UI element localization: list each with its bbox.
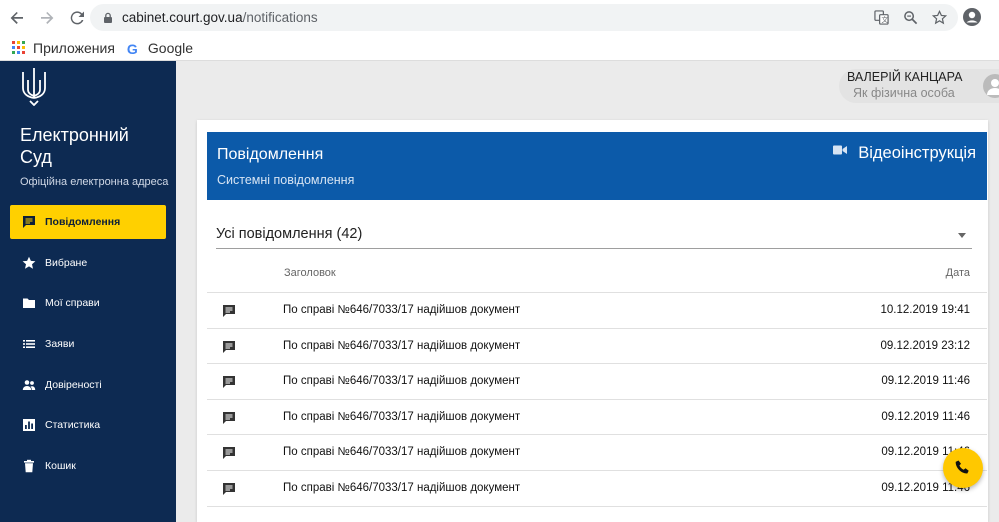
apps-grid-icon bbox=[12, 40, 26, 55]
reload-icon[interactable] bbox=[64, 5, 90, 31]
sidebar-item-label: Заяви bbox=[45, 338, 75, 351]
page-title: Повідомлення bbox=[217, 146, 324, 163]
message-icon bbox=[223, 305, 235, 317]
back-icon[interactable] bbox=[4, 5, 30, 31]
table-row[interactable]: По справі №646/7033/17 надійшов документ… bbox=[207, 400, 987, 436]
filter-value: Усі повідомлення (42) bbox=[216, 226, 363, 242]
notifications-card: Повідомлення Системні повідомлення Відео… bbox=[197, 120, 988, 522]
list-icon bbox=[22, 337, 36, 351]
table-row[interactable]: По справі №646/7033/17 надійшов документ… bbox=[207, 329, 987, 365]
message-icon bbox=[223, 376, 235, 389]
video-camera-icon bbox=[833, 145, 848, 154]
sidebar-item-my-cases[interactable]: Мої справи bbox=[10, 286, 166, 320]
message-icon bbox=[223, 447, 235, 460]
trident-logo bbox=[22, 68, 46, 106]
star-icon bbox=[22, 256, 36, 270]
chart-icon bbox=[22, 418, 36, 432]
table-header: Заголовок Дата bbox=[207, 255, 987, 293]
row-title: По справі №646/7033/17 надійшов документ bbox=[283, 375, 521, 388]
sidebar-item-trash[interactable]: Кошик bbox=[10, 449, 166, 483]
page-subtitle: Системні повідомлення bbox=[217, 173, 355, 187]
row-title: По справі №646/7033/17 надійшов документ bbox=[283, 481, 521, 494]
folder-icon bbox=[22, 296, 36, 310]
bookmark-google[interactable]: G Google bbox=[126, 39, 194, 57]
brand-title: Електронний Суд bbox=[20, 124, 129, 168]
sidebar-item-label: Статистика bbox=[45, 419, 101, 432]
url-text: cabinet.court.gov.ua/notifications bbox=[122, 10, 318, 25]
bookmark-apps[interactable]: Приложения bbox=[12, 40, 115, 56]
translate-icon[interactable]: 文 bbox=[873, 9, 890, 26]
brand-line: Електронний bbox=[20, 125, 129, 145]
svg-text:文: 文 bbox=[882, 15, 889, 24]
forward-icon[interactable] bbox=[34, 5, 60, 31]
lock-icon bbox=[104, 12, 112, 23]
message-icon bbox=[223, 340, 235, 353]
table-row[interactable]: По справі №646/7033/17 надійшов документ… bbox=[207, 364, 987, 400]
video-instruction-link[interactable]: Відеоінструкція bbox=[833, 144, 976, 163]
sidebar-item-applications[interactable]: Заяви bbox=[10, 327, 166, 361]
brand-line: Суд bbox=[20, 147, 52, 167]
table-row[interactable]: По справі №646/7033/17 надійшов документ… bbox=[207, 471, 987, 507]
row-date: 09.12.2019 23:12 bbox=[880, 339, 970, 352]
table-row[interactable]: По справі №646/7033/17 надійшов документ… bbox=[207, 435, 987, 471]
row-title: По справі №646/7033/17 надійшов документ bbox=[283, 304, 521, 316]
profile-icon[interactable] bbox=[962, 7, 982, 27]
column-header-title[interactable]: Заголовок bbox=[284, 267, 336, 279]
sidebar-item-favorites[interactable]: Вибране bbox=[10, 246, 166, 280]
message-icon bbox=[22, 215, 36, 229]
sidebar-item-label: Мої справи bbox=[45, 297, 100, 310]
brand-subtitle: Офіційна електронна адреса bbox=[20, 176, 169, 188]
call-button[interactable] bbox=[943, 448, 983, 488]
user-name: ВАЛЕРІЙ КАНЦАРА bbox=[847, 70, 963, 84]
notifications-table: Заголовок Дата По справі №646/7033/17 на… bbox=[207, 255, 987, 507]
row-title: По справі №646/7033/17 надійшов документ bbox=[283, 410, 521, 423]
phone-icon bbox=[955, 460, 969, 474]
card-header: Повідомлення Системні повідомлення Відео… bbox=[207, 132, 987, 200]
sidebar-item-powers-of-attorney[interactable]: Довіреності bbox=[10, 368, 166, 402]
sidebar-item-label: Повідомлення bbox=[45, 216, 121, 228]
user-role: Як фізична особа bbox=[853, 86, 955, 100]
sidebar-item-label: Кошик bbox=[45, 460, 76, 473]
sidebar: Електронний Суд Офіційна електронна адре… bbox=[0, 61, 176, 522]
message-icon bbox=[223, 482, 235, 495]
address-bar[interactable]: cabinet.court.gov.ua/notifications 文 bbox=[90, 4, 958, 31]
chevron-down-icon bbox=[958, 233, 966, 238]
zoom-icon[interactable] bbox=[902, 9, 919, 26]
row-date: 09.12.2019 11:46 bbox=[881, 410, 970, 423]
trash-icon bbox=[22, 459, 36, 473]
sidebar-item-statistics[interactable]: Статистика bbox=[10, 408, 166, 442]
bookmarks-bar: Приложения G Google bbox=[0, 35, 999, 61]
row-title: По справі №646/7033/17 надійшов документ bbox=[283, 339, 521, 352]
sidebar-item-label: Довіреності bbox=[45, 378, 102, 391]
sidebar-item-label: Вибране bbox=[45, 256, 88, 269]
bookmark-label: Google bbox=[147, 39, 194, 56]
user-chip[interactable]: ВАЛЕРІЙ КАНЦАРА Як фізична особа bbox=[839, 69, 999, 103]
row-date: 10.12.2019 19:41 bbox=[880, 304, 970, 316]
notification-filter-select[interactable]: Усі повідомлення (42) bbox=[216, 224, 972, 249]
bookmark-label: Приложения bbox=[33, 39, 115, 56]
browser-toolbar: cabinet.court.gov.ua/notifications 文 bbox=[0, 0, 999, 35]
sidebar-menu: Повідомлення Вибране Мої справи Заяви До… bbox=[10, 205, 166, 490]
message-icon bbox=[223, 411, 235, 424]
sidebar-item-notifications[interactable]: Повідомлення bbox=[10, 205, 166, 239]
video-instruction-label: Відеоінструкція bbox=[858, 144, 976, 162]
avatar[interactable] bbox=[983, 74, 999, 98]
google-icon: G bbox=[126, 40, 138, 57]
table-row[interactable]: По справі №646/7033/17 надійшов документ… bbox=[207, 293, 987, 329]
row-date: 09.12.2019 11:46 bbox=[881, 375, 970, 388]
row-title: По справі №646/7033/17 надійшов документ bbox=[283, 446, 521, 459]
bookmark-star-icon[interactable] bbox=[931, 9, 948, 26]
column-header-date[interactable]: Дата bbox=[946, 267, 970, 279]
people-icon bbox=[22, 378, 36, 392]
